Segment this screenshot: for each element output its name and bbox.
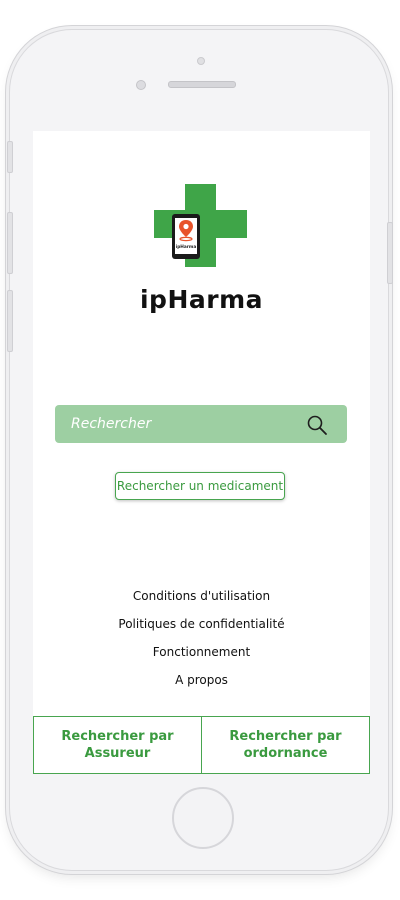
volume-up-button [7,212,13,274]
about-link[interactable]: A propos [33,673,370,701]
terms-of-use-link[interactable]: Conditions d'utilisation [33,589,370,617]
location-pin-icon [179,220,193,242]
mute-switch [7,141,13,173]
volume-down-button [7,290,13,352]
search-medicament-button[interactable]: Rechercher un medicament [115,472,285,500]
earpiece-speaker [168,81,236,88]
app-screen: ipHarma ipHarma Rechercher un medicament… [33,131,370,774]
front-camera [136,80,146,90]
search-bar[interactable] [55,405,347,443]
footer-links: Conditions d'utilisation Politiques de c… [33,589,370,701]
search-by-insurer-button[interactable]: Rechercher par Assureur [34,717,201,773]
search-by-prescription-button[interactable]: Rechercher par ordornance [201,717,369,773]
bottom-action-bar: Rechercher par Assureur Rechercher par o… [33,716,370,774]
privacy-policy-link[interactable]: Politiques de confidentialité [33,617,370,645]
logo-text: ipHarma [176,244,197,250]
search-input[interactable] [55,405,295,443]
app-title: ipHarma [139,285,263,314]
search-icon[interactable] [306,414,328,436]
pharmacy-cross-logo: ipHarma [154,184,247,267]
power-button [387,222,393,284]
proximity-sensor [197,57,205,65]
home-button[interactable] [172,787,234,849]
how-it-works-link[interactable]: Fonctionnement [33,645,370,673]
